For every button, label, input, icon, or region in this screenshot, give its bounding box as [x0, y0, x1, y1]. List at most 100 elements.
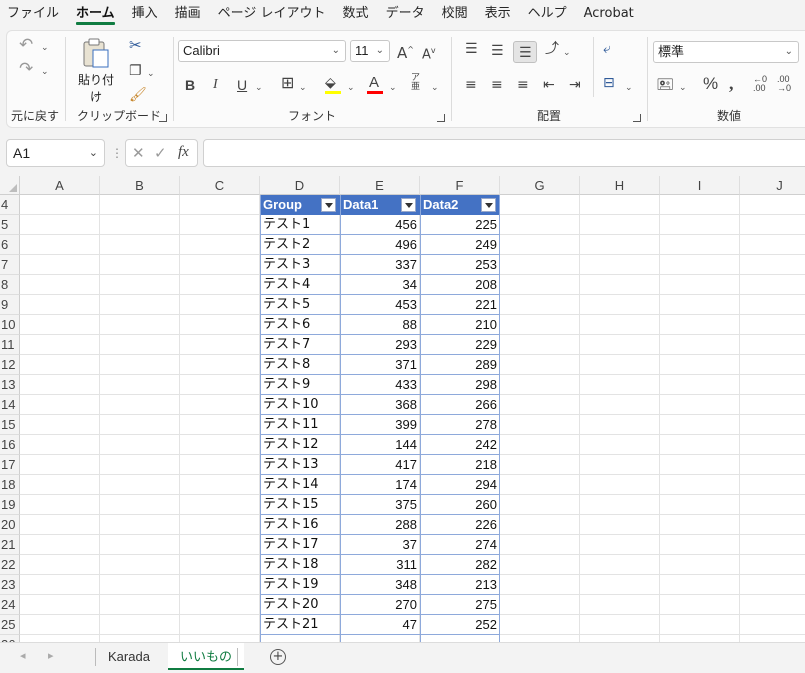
group-cell[interactable]: テスト20 [260, 595, 340, 615]
align-middle-icon[interactable]: ☰ [491, 43, 504, 59]
value-cell[interactable]: 242 [420, 435, 500, 455]
worksheet-grid[interactable]: A B C D E F G H I J 4 5 6 7 8 9 10 11 12 13 14 15 16 17 18 19 20 21… [0, 176, 805, 642]
font-color-dropdown-icon[interactable]: ⌄ [389, 80, 397, 96]
menu-tab[interactable]: 挿入 [132, 0, 158, 28]
column-header[interactable]: I [660, 176, 740, 195]
row-header[interactable]: 9 [0, 295, 20, 315]
border-dropdown-icon[interactable]: ⌄ [299, 80, 307, 96]
value-cell[interactable]: 275 [420, 595, 500, 615]
column-header[interactable]: C [180, 176, 260, 195]
group-cell[interactable]: テスト5 [260, 295, 340, 315]
value-cell[interactable]: 375 [340, 495, 420, 515]
align-right-icon[interactable]: ≡ [517, 77, 529, 93]
border-icon[interactable]: ⊞ [281, 75, 294, 91]
value-cell[interactable]: 34 [340, 275, 420, 295]
group-cell[interactable]: テスト2 [260, 235, 340, 255]
more-options-icon[interactable]: ⋮ [111, 146, 123, 160]
column-header[interactable]: J [740, 176, 805, 195]
value-cell[interactable]: 174 [340, 475, 420, 495]
group-cell[interactable]: テスト1 [260, 215, 340, 235]
row-header[interactable]: 19 [0, 495, 20, 515]
group-cell[interactable]: テスト13 [260, 455, 340, 475]
cut-icon[interactable]: ✂ [129, 37, 142, 53]
value-cell[interactable]: 278 [420, 415, 500, 435]
value-cell[interactable]: 210 [420, 315, 500, 335]
row-header[interactable]: 14 [0, 395, 20, 415]
row-header[interactable]: 4 [0, 195, 20, 215]
group-cell[interactable]: テスト8 [260, 355, 340, 375]
underline-icon[interactable]: U [237, 77, 247, 93]
group-cell[interactable]: テスト9 [260, 375, 340, 395]
menu-tab[interactable]: データ [386, 0, 425, 28]
redo-icon[interactable]: ↷ [19, 61, 33, 78]
paste-icon[interactable] [81, 37, 111, 69]
row-header[interactable]: 23 [0, 575, 20, 595]
cancel-icon[interactable]: ✕ [132, 144, 145, 162]
value-cell[interactable]: 294 [420, 475, 500, 495]
copy-dropdown-icon[interactable]: ⌄ [147, 66, 155, 82]
group-cell[interactable]: テスト11 [260, 415, 340, 435]
row-header[interactable]: 20 [0, 515, 20, 535]
column-header[interactable]: D [260, 176, 340, 195]
add-sheet-icon[interactable]: + [270, 649, 286, 665]
font-launcher-icon[interactable] [437, 114, 445, 122]
prev-sheet-icon[interactable]: ◂ [20, 649, 26, 662]
phonetic-icon[interactable]: ア亜 [411, 74, 420, 92]
value-cell[interactable]: 289 [420, 355, 500, 375]
column-header[interactable]: E [340, 176, 420, 195]
fill-color-dropdown-icon[interactable]: ⌄ [347, 80, 355, 96]
value-cell[interactable]: 368 [340, 395, 420, 415]
row-header[interactable]: 12 [0, 355, 20, 375]
italic-icon[interactable]: I [213, 77, 218, 93]
value-cell[interactable]: 226 [420, 515, 500, 535]
value-cell[interactable]: 260 [420, 495, 500, 515]
row-header[interactable]: 25 [0, 615, 20, 635]
group-cell[interactable]: テスト21 [260, 615, 340, 635]
menu-tab[interactable]: 校閲 [442, 0, 468, 28]
decrease-font-icon[interactable]: Av [422, 43, 436, 63]
group-cell[interactable]: テスト4 [260, 275, 340, 295]
row-header[interactable]: 10 [0, 315, 20, 335]
value-cell[interactable]: 218 [420, 455, 500, 475]
value-cell[interactable]: 311 [340, 555, 420, 575]
value-cell[interactable]: 225 [420, 215, 500, 235]
group-cell[interactable]: テスト17 [260, 535, 340, 555]
value-cell[interactable]: 229 [420, 335, 500, 355]
value-cell[interactable]: 298 [420, 375, 500, 395]
accounting-dropdown-icon[interactable]: ⌄ [679, 80, 687, 96]
font-color-icon[interactable]: A [369, 75, 379, 91]
group-cell[interactable]: テスト16 [260, 515, 340, 535]
align-top-icon[interactable]: ☰ [465, 41, 478, 57]
menu-tab[interactable]: ファイル [7, 0, 59, 28]
column-header[interactable]: H [580, 176, 660, 195]
decrease-indent-icon[interactable]: ⇤ [543, 77, 555, 93]
menu-tab[interactable]: 描画 [175, 0, 201, 28]
redo-dropdown-icon[interactable]: ⌄ [41, 64, 49, 80]
row-header[interactable]: 26 [0, 635, 20, 642]
filter-dropdown-icon[interactable] [481, 198, 496, 212]
menu-tab[interactable]: ホーム [76, 0, 115, 28]
menu-tab[interactable]: 数式 [343, 0, 369, 28]
value-cell[interactable]: 348 [340, 575, 420, 595]
sheet-tab-iimono[interactable]: いいもの [168, 643, 245, 670]
column-header[interactable]: B [100, 176, 180, 195]
name-box[interactable]: A1 ⌄ [6, 139, 105, 167]
value-cell[interactable]: 37 [340, 535, 420, 555]
menu-tab[interactable]: ヘルプ [528, 0, 567, 28]
accounting-format-icon[interactable]: 🖭 [657, 77, 673, 93]
value-cell[interactable]: 274 [420, 535, 500, 555]
undo-dropdown-icon[interactable]: ⌄ [41, 40, 49, 56]
undo-icon[interactable]: ↶ [19, 37, 33, 54]
alignment-launcher-icon[interactable] [633, 114, 641, 122]
value-cell[interactable]: 252 [420, 615, 500, 635]
row-header[interactable]: 7 [0, 255, 20, 275]
decrease-decimal-icon[interactable]: .00 →0 [777, 75, 791, 93]
menu-tab[interactable]: ページ レイアウト [218, 0, 326, 28]
bold-icon[interactable]: B [185, 77, 195, 93]
group-cell[interactable]: テスト3 [260, 255, 340, 275]
group-cell[interactable]: テスト10 [260, 395, 340, 415]
insert-function-icon[interactable]: fx [178, 144, 189, 161]
value-cell[interactable]: 282 [420, 555, 500, 575]
value-cell[interactable]: 213 [420, 575, 500, 595]
align-center-icon[interactable]: ≡ [491, 77, 503, 93]
